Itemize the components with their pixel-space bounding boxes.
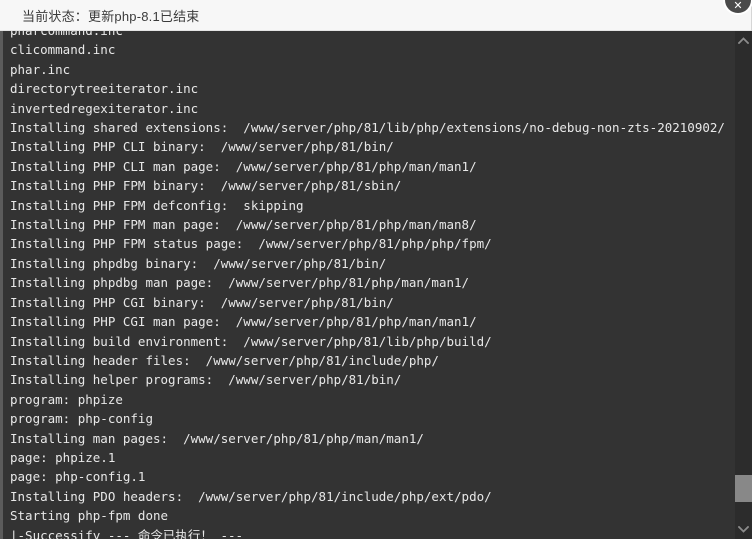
scrollbar-track[interactable] (735, 50, 752, 520)
chevron-down-icon (738, 526, 749, 533)
terminal-line: Installing phpdbg man page: /www/server/… (10, 275, 470, 291)
terminal-line: page: php-config.1 (10, 469, 146, 485)
terminal-line: Installing PHP FPM status page: /www/ser… (10, 236, 492, 252)
terminal-line: Installing header files: /www/server/php… (10, 352, 439, 368)
terminal-line: Installing PHP FPM binary: /www/server/p… (10, 178, 402, 194)
terminal-scrollbar[interactable] (735, 31, 752, 539)
terminal-line: program: php-config (10, 411, 153, 427)
scroll-up-button[interactable] (735, 31, 752, 50)
terminal-line: Installing shared extensions: /www/serve… (10, 120, 725, 136)
terminal-line: pharcommand.inc (10, 31, 729, 40)
terminal-line: Installing phpdbg binary: /www/server/ph… (10, 255, 387, 271)
terminal-line: |-Successify --- 命令已执行！ --- (10, 527, 244, 539)
terminal-output-panel[interactable]: pharcommand.inc clicommand.inc phar.inc dir… (0, 31, 752, 539)
terminal-line: Installing PHP FPM defconfig: skipping (10, 197, 304, 213)
terminal-log-lines: pharcommand.inc clicommand.inc phar.inc dir… (3, 31, 735, 539)
terminal-line: clicommand.inc (10, 42, 116, 58)
terminal-line: invertedregexiterator.inc (10, 100, 199, 116)
php-update-console-window: 当前状态：更新php-8.1已结束 ✕ pharcommand.incclico… (0, 0, 752, 539)
terminal-line: Installing man pages: /www/server/php/81… (10, 430, 424, 446)
terminal-line: page: phpize.1 (10, 449, 116, 465)
terminal-line: Installing build environment: /www/serve… (10, 333, 492, 349)
terminal-line: Installing PDO headers: /www/server/php/… (10, 488, 492, 504)
terminal-line: phar.inc (10, 61, 71, 77)
terminal-line: Installing PHP CLI man page: /www/server… (10, 158, 477, 174)
terminal-line: Installing helper programs: /www/server/… (10, 372, 402, 388)
terminal-line: directorytreeiterator.inc (10, 81, 199, 97)
status-header-bar: 当前状态：更新php-8.1已结束 (0, 0, 752, 31)
scrollbar-thumb[interactable] (735, 475, 752, 502)
terminal-line: Installing PHP CLI binary: /www/server/p… (10, 139, 394, 155)
terminal-line: Installing PHP CGI man page: /www/server… (10, 314, 477, 330)
terminal-line: Installing PHP FPM man page: /www/server… (10, 217, 477, 233)
current-status-label: 当前状态：更新php-8.1已结束 (22, 8, 200, 24)
terminal-line: Installing PHP CGI binary: /www/server/p… (10, 294, 394, 310)
terminal-line: Starting php-fpm done (10, 508, 169, 524)
chevron-up-icon (738, 37, 749, 44)
scroll-down-button[interactable] (735, 520, 752, 539)
terminal-line: program: phpize (10, 391, 123, 407)
